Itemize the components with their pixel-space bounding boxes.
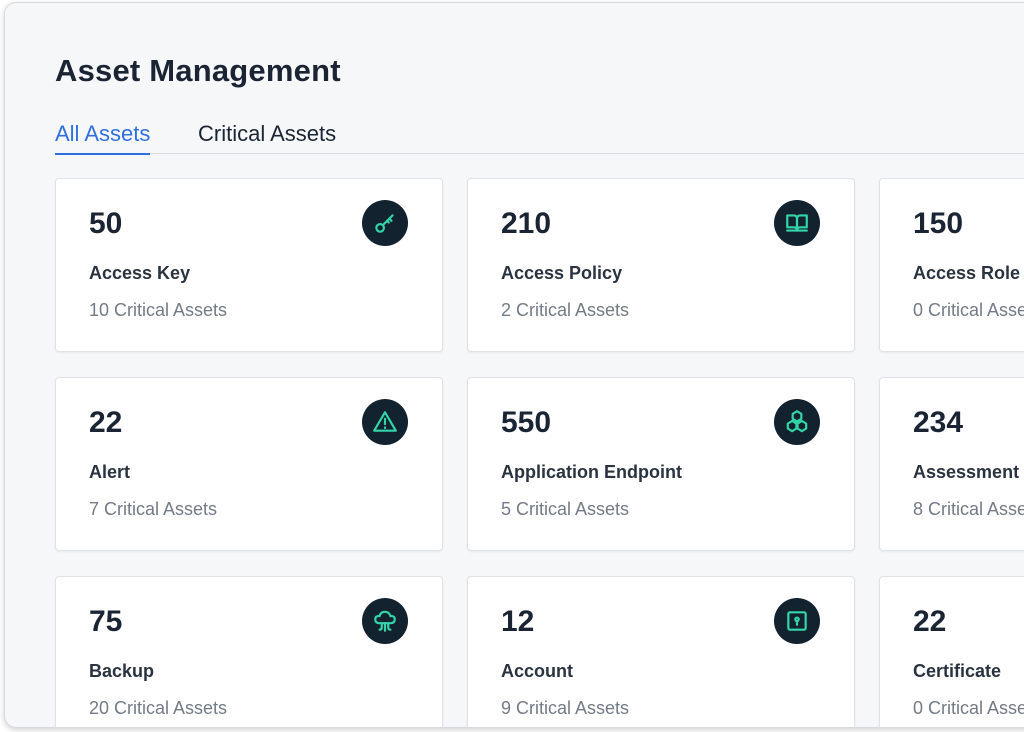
asset-type-name: Alert bbox=[89, 462, 131, 482]
asset-card-account[interactable]: 12 Account 9 Critical Assets bbox=[467, 576, 855, 727]
tab-critical-assets[interactable]: Critical Assets bbox=[198, 121, 336, 153]
asset-type-name: Certificate bbox=[913, 661, 1002, 681]
keyhole-box-icon bbox=[774, 598, 820, 644]
asset-type-name: Assessment bbox=[913, 462, 1020, 482]
cloud-backup-icon bbox=[362, 598, 408, 644]
critical-assets-count: 20 Critical Assets bbox=[89, 698, 228, 718]
hexagon-cluster-icon bbox=[774, 399, 820, 445]
critical-assets-count: 0 Critical Asse bbox=[913, 698, 1024, 718]
critical-assets-count: 10 Critical Assets bbox=[89, 300, 228, 320]
asset-count: 50 bbox=[89, 207, 123, 240]
app-window: Asset Management All Assets Critical Ass… bbox=[4, 2, 1024, 728]
asset-count: 12 bbox=[501, 605, 535, 638]
asset-type-name: Access Policy bbox=[501, 263, 623, 283]
asset-count: 150 bbox=[913, 207, 964, 240]
asset-card-certificate[interactable]: 22 Certificate 0 Critical Asse bbox=[879, 576, 1024, 727]
asset-count: 550 bbox=[501, 406, 552, 439]
asset-type-name: Access Key bbox=[89, 263, 191, 283]
asset-count: 210 bbox=[501, 207, 552, 240]
asset-count: 22 bbox=[89, 406, 123, 439]
tab-all-assets[interactable]: All Assets bbox=[55, 121, 151, 155]
critical-assets-count: 0 Critical Asse bbox=[913, 300, 1024, 320]
critical-assets-count: 9 Critical Assets bbox=[501, 698, 630, 718]
asset-card-access-policy[interactable]: 210 Access Policy 2 Critical Assets bbox=[467, 178, 855, 352]
page-title: Asset Management bbox=[55, 53, 341, 88]
critical-assets-count: 5 Critical Assets bbox=[501, 499, 630, 519]
asset-type-name: Backup bbox=[89, 661, 155, 681]
asset-card-application-endpoint[interactable]: 550 Application Endpoint 5 Critical Asse… bbox=[467, 377, 855, 551]
asset-card-assessment[interactable]: 234 Assessment 8 Critical Asse bbox=[879, 377, 1024, 551]
asset-count: 22 bbox=[913, 605, 947, 638]
asset-count: 234 bbox=[913, 406, 964, 439]
key-icon bbox=[362, 200, 408, 246]
asset-card-access-key[interactable]: 50 Access Key 10 Critical Assets bbox=[55, 178, 443, 352]
asset-type-name: Application Endpoint bbox=[501, 462, 682, 482]
asset-card-access-role[interactable]: 150 Access Role 0 Critical Asse bbox=[879, 178, 1024, 352]
warning-icon bbox=[362, 399, 408, 445]
asset-card-alert[interactable]: 22 Alert 7 Critical Assets bbox=[55, 377, 443, 551]
book-icon bbox=[774, 200, 820, 246]
asset-count: 75 bbox=[89, 605, 123, 638]
critical-assets-count: 2 Critical Assets bbox=[501, 300, 630, 320]
asset-type-name: Access Role bbox=[913, 263, 1021, 283]
critical-assets-count: 8 Critical Asse bbox=[913, 499, 1024, 519]
asset-card-backup[interactable]: 75 Backup 20 Critical Assets bbox=[55, 576, 443, 727]
critical-assets-count: 7 Critical Assets bbox=[89, 499, 218, 519]
tab-bar: All Assets Critical Assets bbox=[55, 115, 1024, 155]
asset-type-name: Account bbox=[501, 661, 573, 681]
